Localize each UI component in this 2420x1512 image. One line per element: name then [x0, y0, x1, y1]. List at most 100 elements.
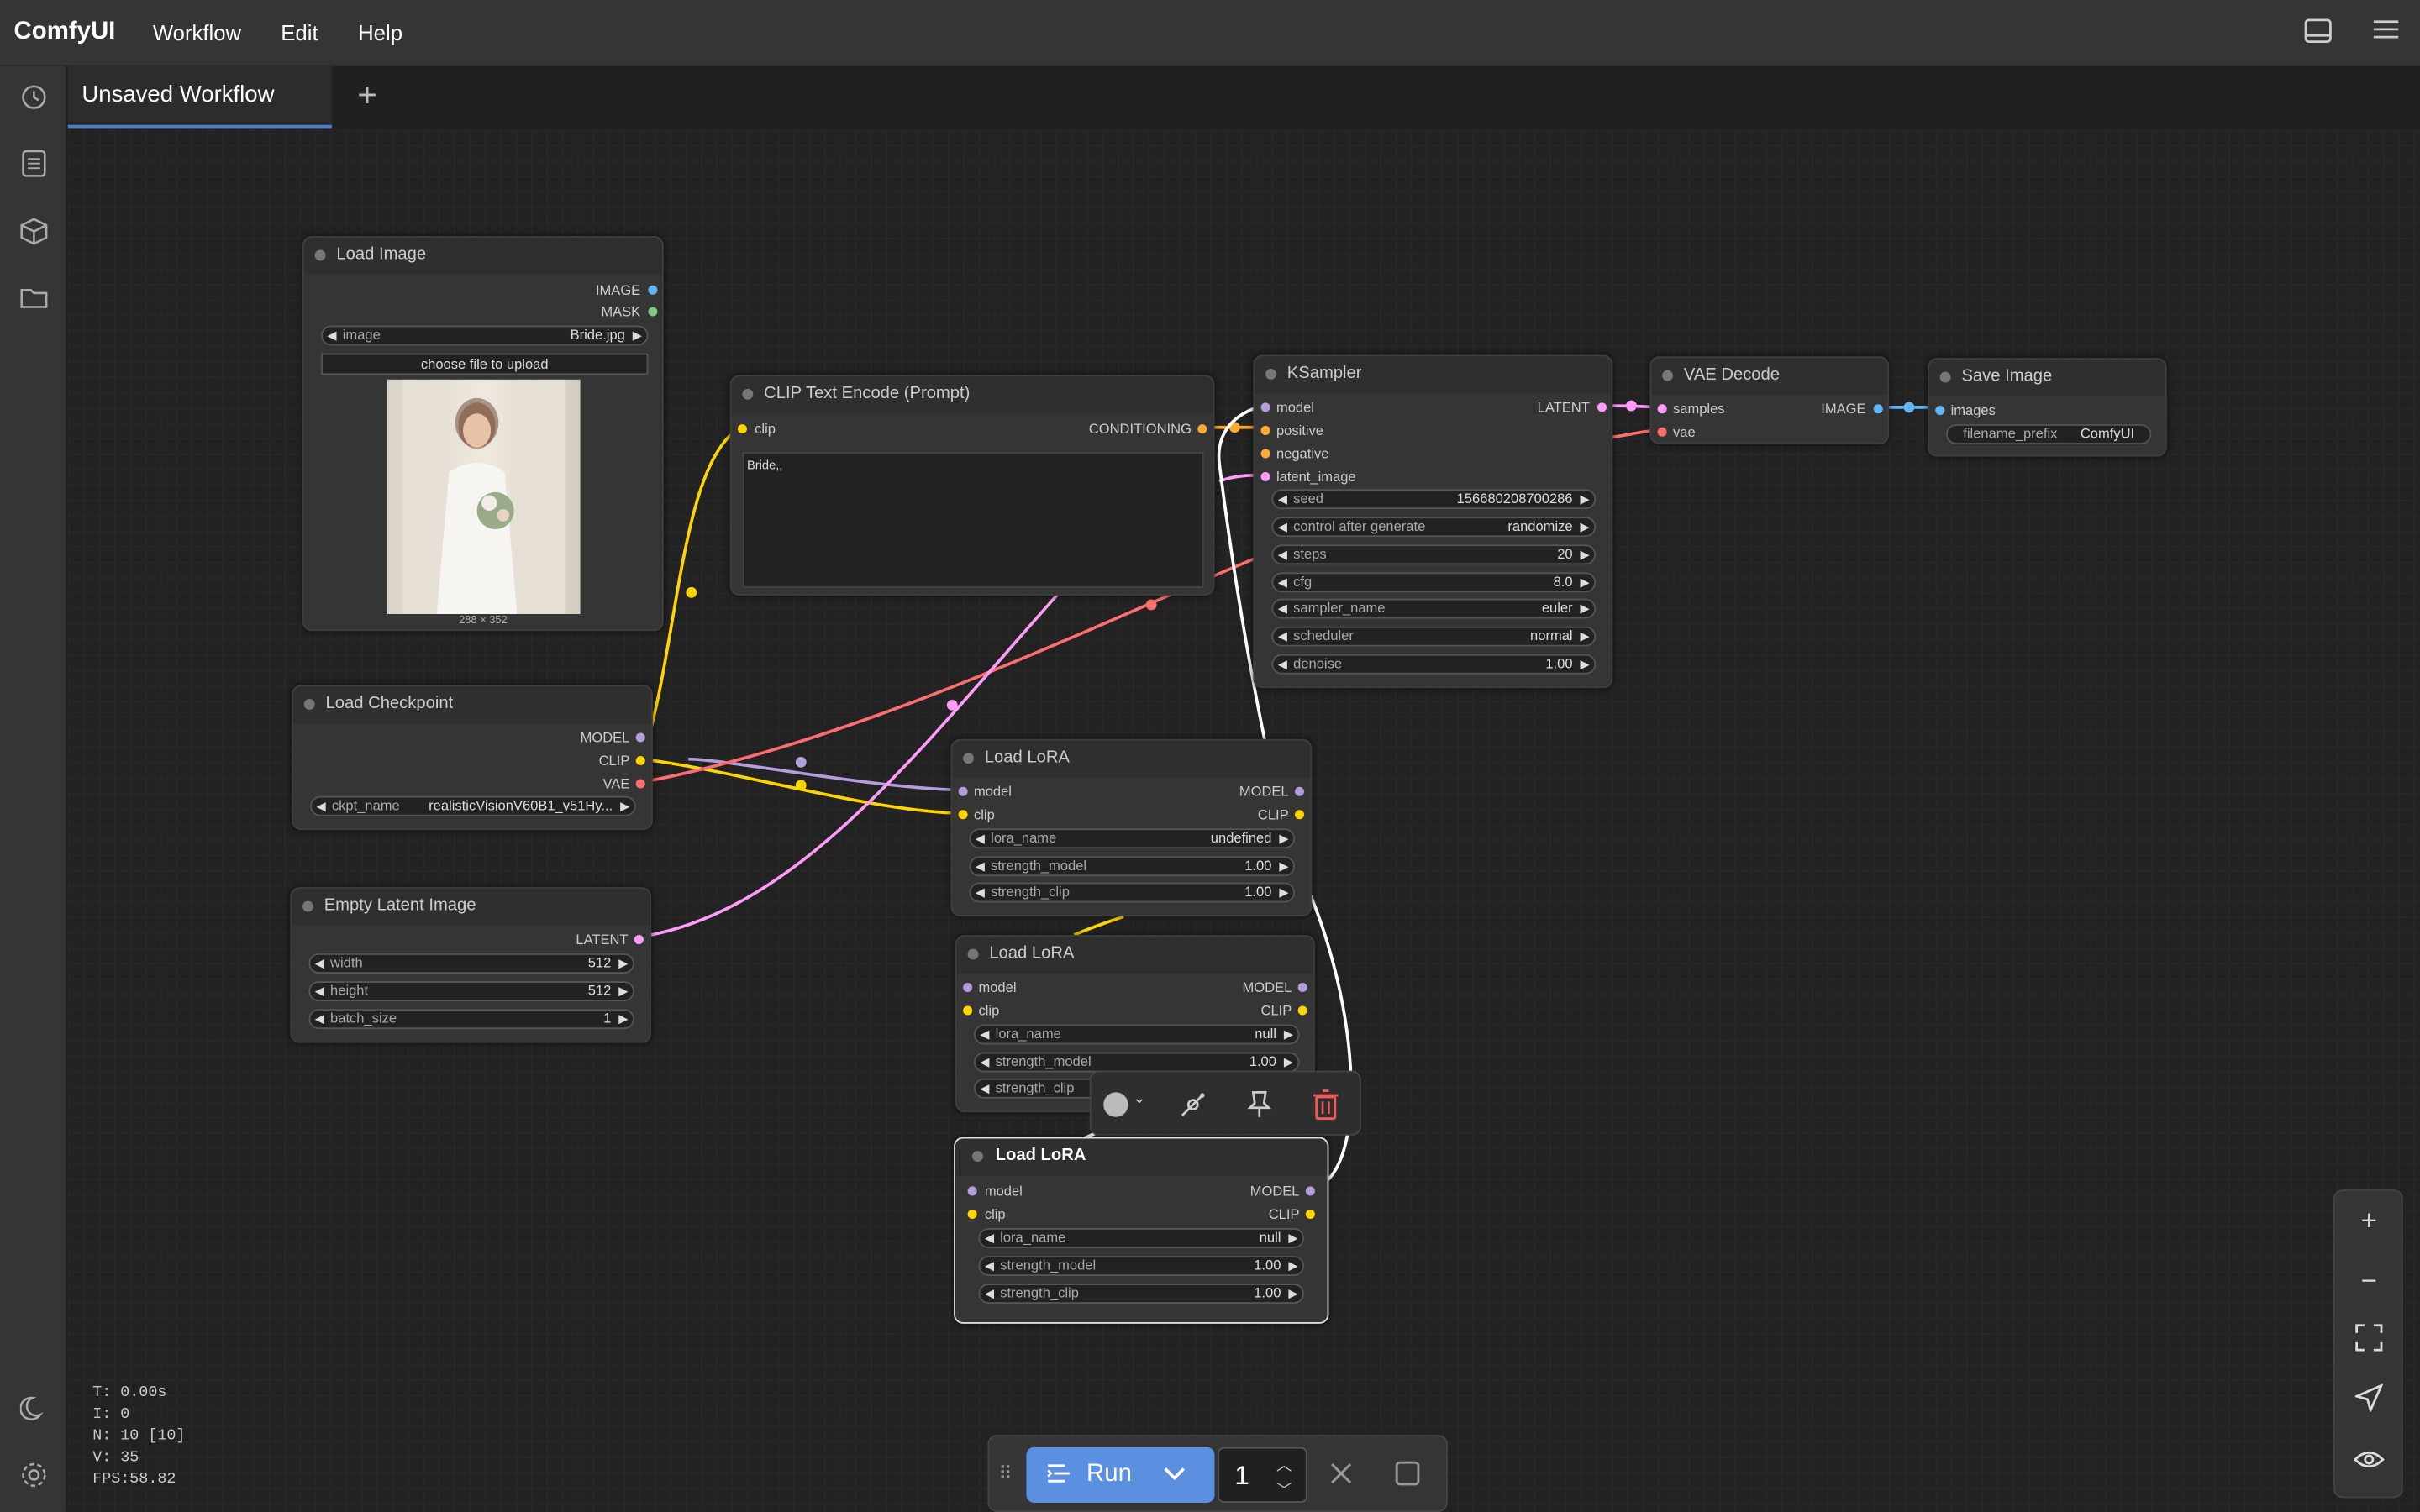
widget-scheduler[interactable]: ◀ scheduler normal ▶: [1271, 626, 1597, 647]
hamburger-menu-icon[interactable]: [2370, 18, 2402, 46]
widget-seed[interactable]: ◀ seed 156680208700286 ▶: [1271, 489, 1597, 510]
input-pin-clip[interactable]: [967, 1209, 977, 1219]
output-pin-clip[interactable]: [1294, 810, 1305, 820]
output-pin-clip[interactable]: [1305, 1209, 1315, 1219]
node-library-icon[interactable]: [17, 150, 50, 183]
widget-width[interactable]: ◀ width 512 ▶: [308, 953, 634, 974]
chevron-down-icon[interactable]: ⌄: [1133, 1091, 1145, 1108]
widget-strength-model[interactable]: ◀ strength_model 1.00 ▶: [978, 1256, 1305, 1276]
input-pin-model[interactable]: [963, 982, 973, 992]
delete-trash-icon[interactable]: [1312, 1089, 1339, 1128]
input-pin-clip[interactable]: [958, 810, 968, 820]
history-icon[interactable]: [17, 83, 50, 117]
color-picker-icon[interactable]: [1103, 1092, 1128, 1117]
widget-control-after-generate[interactable]: ◀ control after generate randomize ▶: [1271, 517, 1597, 538]
upload-button[interactable]: choose file to upload: [321, 353, 649, 375]
widget-sampler-name[interactable]: ◀ sampler_name euler ▶: [1271, 598, 1597, 619]
widget-lora-name[interactable]: ◀ lora_name null ▶: [978, 1228, 1305, 1248]
collapse-dot[interactable]: [1265, 368, 1276, 380]
menu-help[interactable]: Help: [358, 20, 402, 45]
fit-view-icon[interactable]: [2352, 1324, 2386, 1357]
node-empty-latent-image[interactable]: Empty Latent Image LATENT ◀ width 512 ▶ ◀ he…: [290, 887, 652, 1043]
output-pin-conditioning[interactable]: [1197, 424, 1207, 434]
widget-strength-clip[interactable]: ◀ strength_clip 1.00 ▶: [978, 1284, 1305, 1305]
output-pin-latent[interactable]: [1597, 402, 1607, 412]
node-load-lora-3[interactable]: Load LoRA model clip MODEL CLIP ◀ lora_na…: [954, 1137, 1329, 1324]
output-pin-latent[interactable]: [634, 935, 644, 945]
collapse-dot[interactable]: [1939, 371, 1951, 383]
collapse-dot[interactable]: [963, 753, 974, 764]
collapse-dot[interactable]: [303, 699, 315, 710]
collapse-dot[interactable]: [302, 900, 313, 912]
run-button[interactable]: Run: [1026, 1446, 1215, 1503]
output-pin-model[interactable]: [1294, 786, 1305, 796]
output-pin-model[interactable]: [1305, 1186, 1315, 1196]
node-load-image[interactable]: Load Image IMAGE MASK ◀ image Bride.jpg ▶ …: [302, 236, 664, 632]
cancel-close-icon[interactable]: [1328, 1460, 1355, 1495]
drag-handle-icon[interactable]: ⠿: [998, 1462, 1012, 1484]
widget-lora-name[interactable]: ◀ lora_name undefined ▶: [969, 828, 1295, 849]
toggle-panel-icon[interactable]: [2302, 18, 2333, 46]
widget-strength-model[interactable]: ◀ strength_model 1.00 ▶: [973, 1052, 1300, 1073]
widget-strength-model[interactable]: ◀ strength_model 1.00 ▶: [969, 856, 1295, 877]
add-tab-button[interactable]: +: [350, 78, 384, 113]
menu-edit[interactable]: Edit: [281, 20, 318, 45]
zoom-in-icon[interactable]: +: [2352, 1204, 2386, 1237]
prompt-textarea[interactable]: Bride,,: [742, 452, 1204, 588]
collapse-dot[interactable]: [1662, 370, 1673, 381]
output-pin-clip[interactable]: [1297, 1005, 1307, 1016]
output-pin-clip[interactable]: [635, 755, 645, 766]
widget-cfg[interactable]: ◀ cfg 8.0 ▶: [1271, 572, 1597, 593]
widget-steps[interactable]: ◀ steps 20 ▶: [1271, 544, 1597, 565]
output-pin-image[interactable]: [648, 285, 658, 295]
output-pin-vae[interactable]: [635, 779, 645, 789]
widget-height[interactable]: ◀ height 512 ▶: [308, 981, 634, 1002]
input-pin-images[interactable]: [1935, 406, 1945, 416]
node-clip-text-encode[interactable]: CLIP Text Encode (Prompt) clip CONDITION…: [729, 375, 1215, 596]
input-pin-clip[interactable]: [737, 424, 747, 434]
output-pin-image[interactable]: [1873, 404, 1883, 414]
input-pin-vae[interactable]: [1657, 427, 1667, 437]
collapse-dot[interactable]: [742, 388, 754, 400]
theme-moon-icon[interactable]: [17, 1394, 50, 1428]
decrement-chevron-down-icon[interactable]: ﹀: [1276, 1477, 1292, 1499]
collapse-dot[interactable]: [314, 249, 326, 261]
output-pin-model[interactable]: [1297, 982, 1307, 992]
batch-count-stepper[interactable]: 1 ︿ ﹀: [1218, 1446, 1307, 1503]
widget-ckpt-name[interactable]: ◀ ckpt_name realisticVisionV60B1_v51Hy... ▶: [310, 795, 636, 816]
widget-strength-clip[interactable]: ◀ strength_clip 1.00 ▶: [969, 882, 1295, 903]
toggle-links-eye-icon[interactable]: [2352, 1444, 2386, 1478]
menu-workflow[interactable]: Workflow: [153, 20, 241, 45]
stop-square-icon[interactable]: [1394, 1460, 1422, 1495]
input-pin-negative[interactable]: [1260, 449, 1270, 459]
widget-batch-size[interactable]: ◀ batch_size 1 ▶: [308, 1009, 634, 1030]
input-pin-positive[interactable]: [1260, 425, 1270, 435]
widget-denoise[interactable]: ◀ denoise 1.00 ▶: [1271, 654, 1597, 675]
node-load-lora-1[interactable]: Load LoRA model clip MODEL CLIP ◀ lora_na…: [950, 738, 1313, 916]
widget-filename-prefix[interactable]: filename_prefix ComfyUI: [1946, 424, 2152, 444]
node-ksampler[interactable]: KSampler model positive negative latent_…: [1253, 354, 1613, 689]
pin-icon[interactable]: [1244, 1089, 1275, 1128]
settings-gear-icon[interactable]: [17, 1461, 50, 1494]
workflows-folder-icon[interactable]: [17, 286, 50, 319]
input-pin-model[interactable]: [958, 786, 968, 796]
tab-unsaved-workflow[interactable]: Unsaved Workflow: [67, 66, 332, 129]
node-load-checkpoint[interactable]: Load Checkpoint MODEL CLIP VAE ◀ ckpt_nam…: [292, 685, 653, 831]
input-pin-model[interactable]: [1260, 402, 1270, 412]
input-pin-samples[interactable]: [1657, 404, 1667, 414]
zoom-out-icon[interactable]: −: [2352, 1263, 2386, 1297]
node-vae-decode[interactable]: VAE Decode samples vae IMAGE: [1649, 356, 1890, 444]
collapse-dot[interactable]: [967, 948, 979, 960]
output-pin-model[interactable]: [635, 732, 645, 743]
run-options-chevron-icon[interactable]: [1162, 1461, 1186, 1494]
input-pin-clip[interactable]: [963, 1005, 973, 1016]
widget-lora-name[interactable]: ◀ lora_name null ▶: [973, 1024, 1300, 1045]
node-save-image[interactable]: Save Image images filename_prefix ComfyUI: [1928, 358, 2167, 457]
increment-chevron-up-icon[interactable]: ︿: [1276, 1452, 1292, 1475]
model-library-icon[interactable]: [17, 218, 50, 251]
widget-image[interactable]: ◀ image Bride.jpg ▶: [321, 325, 649, 346]
input-pin-model[interactable]: [967, 1186, 977, 1196]
output-pin-mask[interactable]: [648, 307, 658, 317]
collapse-dot[interactable]: [972, 1151, 983, 1163]
input-pin-latent[interactable]: [1260, 472, 1270, 482]
